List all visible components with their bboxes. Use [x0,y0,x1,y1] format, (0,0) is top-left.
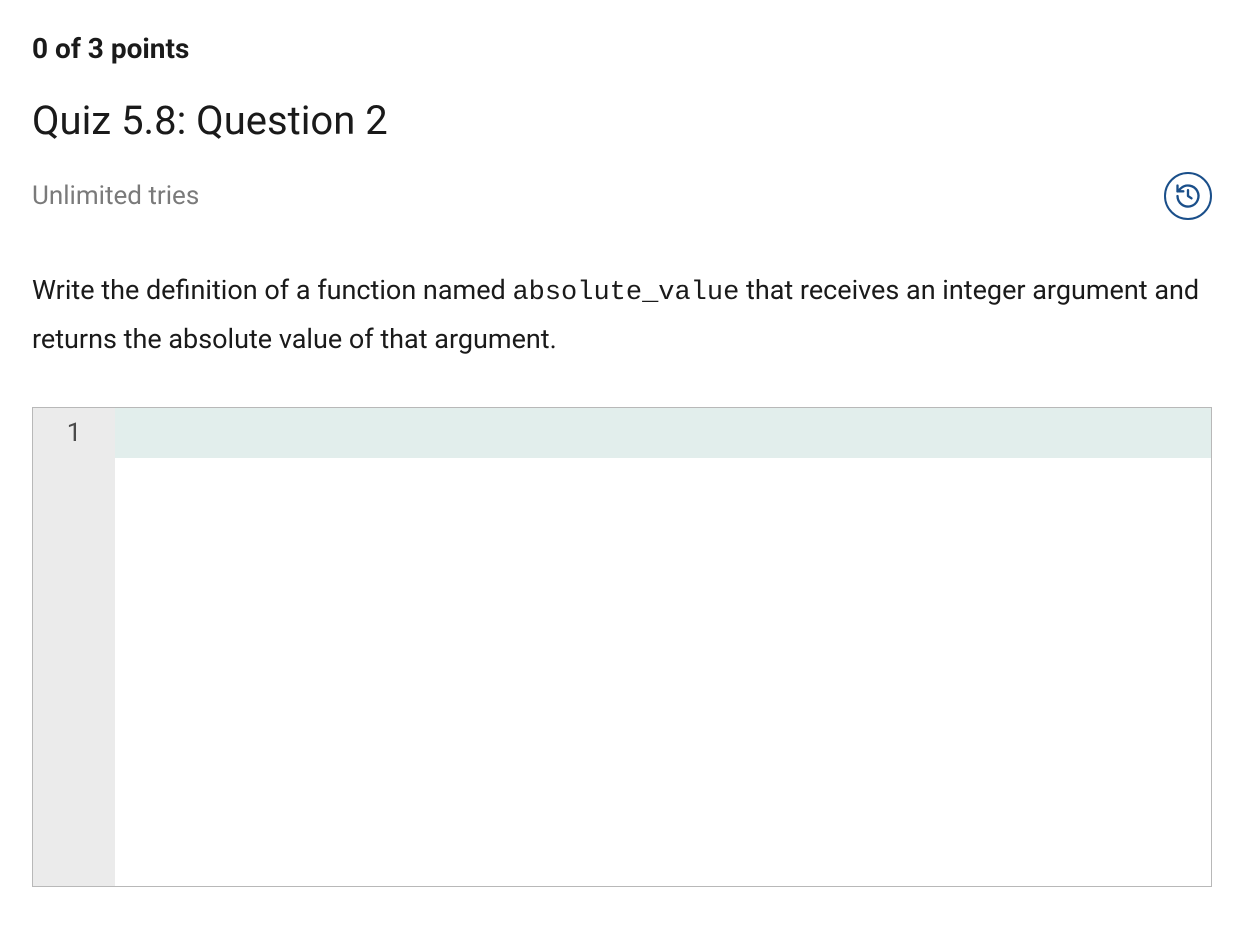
line-number: 1 [33,408,115,458]
code-gutter: 1 [33,408,115,886]
history-icon [1174,182,1202,210]
question-title: Quiz 5.8: Question 2 [32,97,1212,144]
code-area[interactable] [115,408,1211,886]
history-button[interactable] [1164,172,1212,220]
tries-label: Unlimited tries [32,181,199,211]
instructions-prefix: Write the definition of a function named [32,274,512,306]
question-instructions: Write the definition of a function named… [32,268,1212,363]
points-label: 0 of 3 points [32,32,1212,65]
code-editor[interactable]: 1 [32,407,1212,887]
tries-row: Unlimited tries [32,172,1212,220]
function-name-code: absolute_value [512,278,739,308]
